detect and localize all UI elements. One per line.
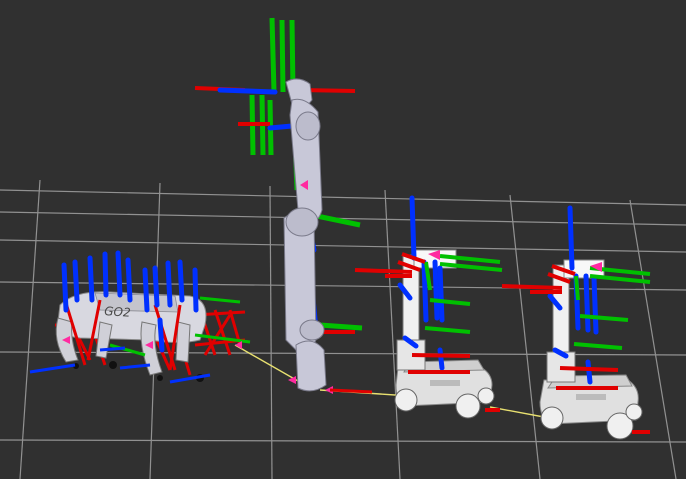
- arm-shoulder-joint: [285, 207, 319, 237]
- quadruped-label: GO2: [104, 304, 131, 320]
- mobile-robot-1-base-label-area: [430, 380, 460, 386]
- arm-base: [295, 340, 327, 392]
- quadruped-robot[interactable]: GO2: [29, 250, 251, 384]
- mobile-robot-1[interactable]: [354, 195, 503, 419]
- scene-canvas[interactable]: GO2: [0, 0, 686, 479]
- rviz-3d-viewport[interactable]: GO2: [0, 0, 686, 479]
- arm-base-axes: [329, 388, 373, 394]
- arm-base-joint: [299, 319, 325, 341]
- mobile-robot-2[interactable]: [501, 205, 651, 440]
- mobile-robot-2-base-label-area: [576, 394, 606, 400]
- arm-elbow-joint: [295, 111, 321, 141]
